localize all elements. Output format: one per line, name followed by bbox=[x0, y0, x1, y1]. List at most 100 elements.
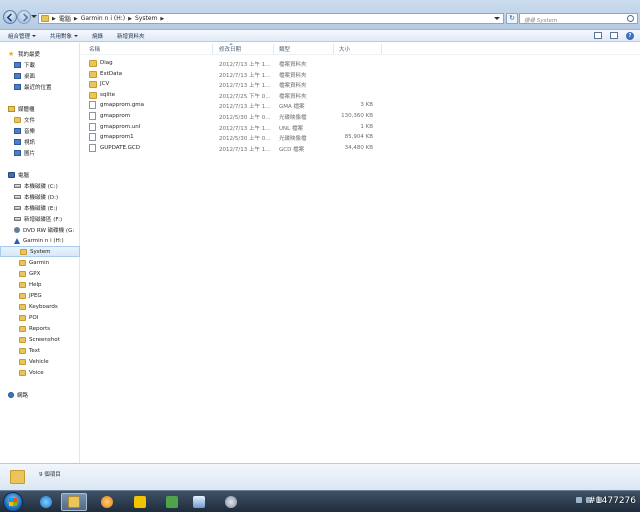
help-icon[interactable]: ? bbox=[626, 32, 634, 40]
address-box[interactable]: ▶ 電腦 ▶ Garmin n i (H:) ▶ System ▶ bbox=[38, 13, 504, 24]
table-row[interactable]: gmapprom.gma 2012/7/13 上午 1... GMA 檔案 3 KB bbox=[81, 100, 381, 111]
nav-folder-gpx[interactable]: GPX bbox=[0, 268, 80, 279]
nav-folder-voice[interactable]: Voice bbox=[0, 367, 80, 378]
taskbar-app-button[interactable] bbox=[127, 493, 153, 511]
search-input[interactable]: 搜尋 System bbox=[519, 13, 638, 24]
table-row[interactable]: gmapprom1 2012/5/30 上午 0... 光碟映像檔 85,904 KB bbox=[81, 132, 381, 143]
new-folder-label: 新增資料夾 bbox=[117, 33, 145, 40]
column-divider[interactable] bbox=[381, 44, 382, 54]
file-icon bbox=[89, 133, 96, 142]
nav-folder-jpeg[interactable]: JPEG bbox=[0, 290, 80, 301]
column-type[interactable]: 類型 bbox=[279, 45, 290, 53]
table-row[interactable]: gmapprom 2012/5/30 上午 0... 光碟映像檔 130,360 KB bbox=[81, 111, 381, 122]
nav-folder-screenshot[interactable]: Screenshot bbox=[0, 334, 80, 345]
recent-pages-dropdown[interactable] bbox=[31, 15, 37, 18]
folder-icon bbox=[19, 303, 26, 310]
nav-folder-poi[interactable]: POI bbox=[0, 312, 80, 323]
taskbar-app-button[interactable] bbox=[94, 493, 120, 511]
nav-item-drive-f[interactable]: 新增磁碟區 (F:) bbox=[0, 213, 80, 224]
share-button[interactable]: 共用對象 bbox=[50, 32, 79, 40]
nav-favorites[interactable]: ★ 我的最愛 bbox=[0, 48, 80, 59]
nav-folder-text[interactable]: Text bbox=[0, 345, 80, 356]
column-divider[interactable] bbox=[212, 44, 213, 54]
back-button[interactable] bbox=[3, 10, 17, 24]
table-row[interactable]: sqlite 2012/7/25 下午 0... 檔案資料夾 bbox=[81, 90, 381, 101]
file-size: 34,480 KB bbox=[344, 144, 373, 151]
nav-label: 桌面 bbox=[24, 73, 36, 80]
file-type: 檔案資料夾 bbox=[279, 93, 307, 100]
table-row[interactable]: GUPDATE.GCD 2012/7/13 上午 1... GCD 檔案 34,480… bbox=[81, 143, 381, 154]
file-icon bbox=[89, 112, 96, 120]
library-icon bbox=[8, 105, 15, 112]
nav-folder-keyboards[interactable]: Keyboards bbox=[0, 301, 80, 312]
tray-icon[interactable] bbox=[576, 497, 582, 503]
nav-computer[interactable]: 電腦 bbox=[0, 169, 80, 180]
file-type: 檔案資料夾 bbox=[279, 62, 307, 68]
column-divider[interactable] bbox=[333, 44, 334, 54]
taskbar-app-button[interactable] bbox=[218, 493, 244, 511]
nav-item-downloads[interactable]: 下載 bbox=[0, 59, 80, 70]
computer-icon bbox=[8, 171, 15, 178]
column-date[interactable]: 修改日期 bbox=[219, 45, 241, 53]
column-size[interactable]: 大小 bbox=[339, 45, 350, 53]
nav-item-documents[interactable]: 文件 bbox=[0, 114, 80, 125]
nav-item-videos[interactable]: 視訊 bbox=[0, 136, 80, 147]
nav-item-music[interactable]: 音樂 bbox=[0, 125, 80, 136]
taskbar-explorer-button[interactable] bbox=[61, 493, 87, 511]
nav-folder-reports[interactable]: Reports bbox=[0, 323, 80, 334]
chevron-right-icon: ▶ bbox=[128, 15, 133, 22]
chevron-down-icon[interactable] bbox=[494, 17, 500, 20]
nav-network[interactable]: 網路 bbox=[0, 389, 80, 400]
table-row[interactable]: ExtData 2012/7/13 上午 1... 檔案資料夾 bbox=[81, 69, 381, 80]
column-name[interactable]: 名稱 bbox=[89, 45, 100, 53]
download-folder-icon bbox=[14, 61, 21, 68]
view-options-icon[interactable] bbox=[594, 32, 602, 39]
desktop-icon bbox=[14, 72, 21, 79]
nav-label: Help bbox=[29, 281, 42, 288]
nav-label: 網路 bbox=[17, 392, 29, 399]
burn-button[interactable]: 燒錄 bbox=[92, 32, 103, 40]
nav-item-recent[interactable]: 最近的位置 bbox=[0, 81, 80, 92]
nav-libraries[interactable]: 媒體櫃 bbox=[0, 103, 80, 114]
nav-folder-help[interactable]: Help bbox=[0, 279, 80, 290]
start-button[interactable] bbox=[3, 492, 23, 512]
nav-folder-garmin[interactable]: Garmin bbox=[0, 257, 80, 268]
breadcrumb-drive[interactable]: Garmin n i (H:) bbox=[81, 15, 125, 22]
dvd-drive-icon bbox=[14, 226, 20, 233]
table-row[interactable]: gmapprom.unl 2012/7/13 上午 1... UNL 檔案 1 KB bbox=[81, 122, 381, 133]
nav-item-drive-c[interactable]: 本機磁碟 (C:) bbox=[0, 180, 80, 191]
nav-folder-vehicle[interactable]: Vehicle bbox=[0, 356, 80, 367]
nav-item-drive-h[interactable]: Garmin n i (H:) bbox=[0, 235, 80, 246]
taskbar-ie-button[interactable] bbox=[33, 493, 59, 511]
taskbar: #1477276 bbox=[0, 490, 640, 512]
preview-pane-icon[interactable] bbox=[610, 32, 618, 39]
pictures-icon bbox=[14, 149, 21, 156]
nav-label: 本機磁碟 (E:) bbox=[24, 205, 58, 212]
table-row[interactable]: Diag 2012/7/13 上午 1... 檔案資料夾 bbox=[81, 58, 381, 69]
nav-item-drive-e[interactable]: 本機磁碟 (E:) bbox=[0, 202, 80, 213]
column-divider[interactable] bbox=[273, 44, 274, 54]
folder-icon bbox=[19, 358, 26, 365]
breadcrumb-computer[interactable]: 電腦 bbox=[59, 14, 71, 23]
breadcrumb-system[interactable]: System bbox=[135, 15, 157, 22]
nav-item-drive-d[interactable]: 本機磁碟 (D:) bbox=[0, 191, 80, 202]
search-icon bbox=[627, 15, 634, 22]
nav-label: 音樂 bbox=[24, 128, 36, 135]
nav-item-drive-g[interactable]: DVD RW 磁碟機 (G: bbox=[0, 224, 80, 235]
chevron-right-icon: ▶ bbox=[73, 15, 78, 22]
nav-item-desktop[interactable]: 桌面 bbox=[0, 70, 80, 81]
nav-folder-system[interactable]: System bbox=[0, 246, 80, 257]
folder-icon bbox=[89, 70, 97, 78]
organize-button[interactable]: 組合管理 bbox=[8, 32, 37, 40]
table-row[interactable]: JCV 2012/7/13 上午 1... 檔案資料夾 bbox=[81, 79, 381, 90]
nav-item-pictures[interactable]: 圖片 bbox=[0, 147, 80, 158]
refresh-button[interactable]: ↻ bbox=[506, 13, 518, 24]
new-folder-button[interactable]: 新增資料夾 bbox=[117, 32, 145, 40]
taskbar-app-button[interactable] bbox=[186, 493, 212, 511]
file-date: 2012/7/13 上午 1... bbox=[219, 72, 271, 79]
nav-label: GPX bbox=[29, 270, 41, 277]
nav-label: Garmin n i (H:) bbox=[23, 237, 64, 244]
forward-button[interactable] bbox=[17, 10, 31, 24]
taskbar-app-button[interactable] bbox=[159, 493, 185, 511]
recent-places-icon bbox=[14, 83, 21, 90]
